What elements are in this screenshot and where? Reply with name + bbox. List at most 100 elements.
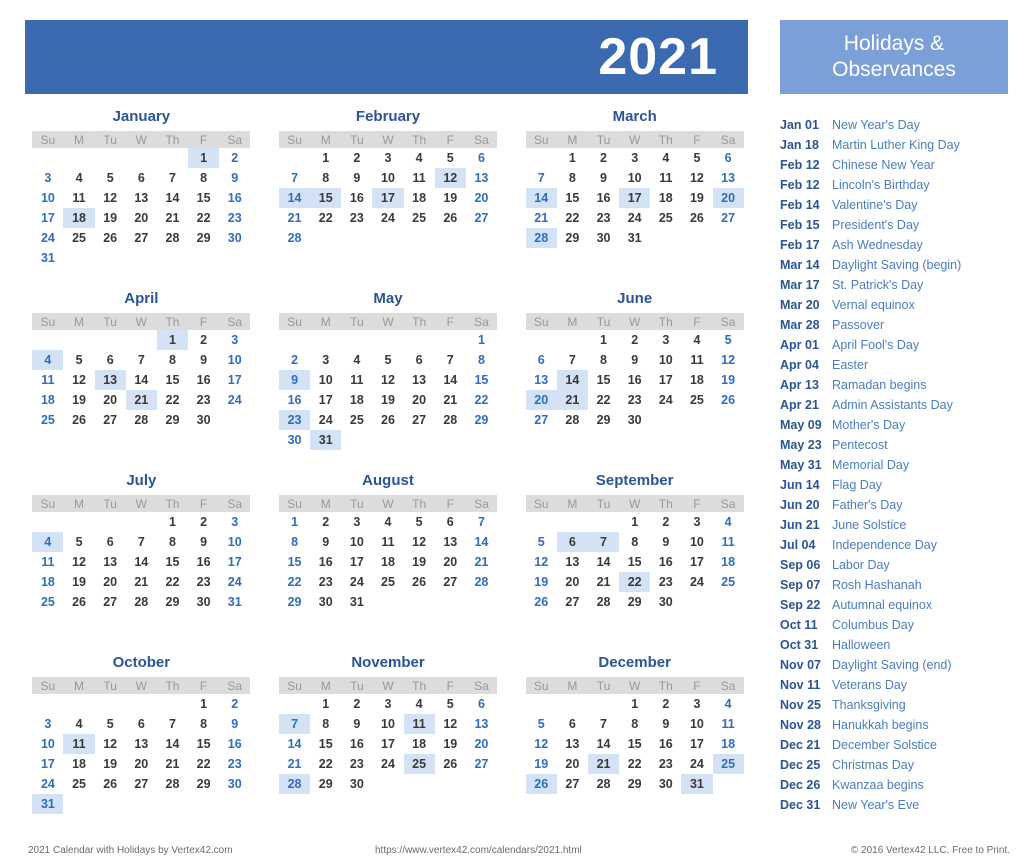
day-cell[interactable]: 30 (188, 592, 219, 612)
day-cell[interactable]: 29 (157, 410, 188, 430)
day-cell[interactable]: 7 (279, 714, 311, 734)
day-cell[interactable]: 19 (404, 552, 435, 572)
day-cell[interactable]: 4 (372, 512, 403, 532)
day-cell[interactable]: 1 (466, 330, 497, 350)
day-cell[interactable]: 8 (557, 168, 588, 188)
day-cell[interactable]: 12 (526, 734, 557, 754)
day-cell[interactable]: 12 (434, 168, 466, 188)
day-cell[interactable]: 25 (341, 410, 372, 430)
day-cell[interactable]: 23 (219, 208, 250, 228)
day-cell[interactable]: 27 (557, 774, 588, 794)
day-cell[interactable]: 26 (95, 774, 126, 794)
day-cell[interactable]: 2 (341, 694, 372, 714)
day-cell[interactable]: 7 (157, 714, 188, 734)
day-cell[interactable]: 10 (219, 350, 250, 370)
day-cell[interactable]: 19 (526, 754, 557, 774)
day-cell[interactable]: 14 (435, 370, 466, 390)
day-cell[interactable]: 25 (712, 754, 744, 774)
day-cell[interactable]: 23 (619, 390, 650, 410)
day-cell[interactable]: 3 (32, 714, 63, 734)
day-cell[interactable]: 27 (557, 592, 588, 612)
day-cell[interactable]: 15 (619, 552, 650, 572)
day-cell[interactable]: 12 (713, 350, 744, 370)
day-cell[interactable]: 31 (681, 774, 713, 794)
day-cell[interactable]: 9 (188, 350, 219, 370)
day-cell[interactable]: 17 (32, 208, 63, 228)
day-cell[interactable]: 14 (556, 370, 588, 390)
day-cell[interactable]: 5 (435, 694, 466, 714)
day-cell[interactable]: 19 (95, 754, 126, 774)
day-cell[interactable]: 12 (63, 370, 94, 390)
day-cell[interactable]: 26 (435, 754, 466, 774)
day-cell[interactable]: 15 (157, 370, 188, 390)
day-cell[interactable]: 15 (588, 370, 619, 390)
day-cell[interactable]: 2 (219, 148, 250, 168)
day-cell[interactable]: 19 (435, 734, 466, 754)
day-cell[interactable]: 16 (341, 188, 372, 208)
day-cell[interactable]: 24 (310, 410, 341, 430)
day-cell[interactable]: 7 (157, 168, 188, 188)
day-cell[interactable]: 9 (219, 714, 250, 734)
day-cell[interactable]: 13 (126, 734, 157, 754)
day-cell[interactable]: 14 (157, 188, 188, 208)
day-cell[interactable]: 28 (525, 228, 557, 248)
day-cell[interactable]: 22 (157, 390, 188, 410)
day-cell[interactable]: 21 (466, 552, 497, 572)
day-cell[interactable]: 3 (219, 330, 250, 350)
day-cell[interactable]: 17 (372, 734, 403, 754)
day-cell[interactable]: 12 (435, 714, 466, 734)
day-cell[interactable]: 16 (588, 188, 619, 208)
day-cell[interactable]: 18 (341, 390, 372, 410)
day-cell[interactable]: 22 (310, 754, 341, 774)
day-cell[interactable]: 13 (713, 168, 744, 188)
day-cell[interactable]: 1 (557, 148, 588, 168)
day-cell[interactable]: 29 (188, 228, 219, 248)
day-cell[interactable]: 13 (126, 188, 157, 208)
day-cell[interactable]: 4 (713, 512, 744, 532)
day-cell[interactable]: 11 (372, 532, 403, 552)
day-cell[interactable]: 17 (681, 552, 712, 572)
day-cell[interactable]: 24 (372, 754, 403, 774)
day-cell[interactable]: 15 (310, 188, 342, 208)
day-cell[interactable]: 28 (435, 410, 466, 430)
day-cell[interactable]: 28 (126, 410, 157, 430)
day-cell[interactable]: 23 (188, 390, 219, 410)
day-cell[interactable]: 21 (435, 390, 466, 410)
day-cell[interactable]: 24 (619, 208, 650, 228)
day-cell[interactable]: 23 (650, 754, 681, 774)
day-cell[interactable]: 2 (279, 350, 310, 370)
day-cell[interactable]: 12 (526, 552, 557, 572)
day-cell[interactable]: 3 (681, 512, 712, 532)
day-cell[interactable]: 10 (619, 168, 650, 188)
day-cell[interactable]: 6 (466, 694, 497, 714)
day-cell[interactable]: 3 (681, 694, 712, 714)
day-cell[interactable]: 4 (404, 694, 435, 714)
day-cell[interactable]: 22 (188, 208, 219, 228)
day-cell[interactable]: 1 (588, 330, 619, 350)
day-cell[interactable]: 15 (188, 188, 219, 208)
day-cell[interactable]: 4 (681, 330, 712, 350)
day-cell[interactable]: 8 (310, 168, 341, 188)
day-cell[interactable]: 22 (588, 390, 619, 410)
day-cell[interactable]: 29 (557, 228, 588, 248)
day-cell[interactable]: 4 (650, 148, 681, 168)
day-cell[interactable]: 7 (587, 532, 620, 552)
day-cell[interactable]: 8 (279, 532, 310, 552)
day-cell[interactable]: 13 (435, 532, 466, 552)
day-cell[interactable]: 4 (32, 350, 64, 370)
day-cell[interactable]: 2 (619, 330, 650, 350)
day-cell[interactable]: 5 (95, 714, 126, 734)
day-cell[interactable]: 20 (557, 754, 588, 774)
day-cell[interactable]: 19 (526, 572, 557, 592)
day-cell[interactable]: 2 (650, 512, 681, 532)
day-cell[interactable]: 25 (650, 208, 681, 228)
day-cell[interactable]: 17 (650, 370, 681, 390)
day-cell[interactable]: 24 (681, 754, 712, 774)
day-cell[interactable]: 6 (126, 168, 157, 188)
day-cell[interactable]: 2 (310, 512, 341, 532)
day-cell[interactable]: 1 (310, 148, 341, 168)
day-cell[interactable]: 10 (219, 532, 250, 552)
day-cell[interactable]: 14 (126, 370, 157, 390)
day-cell[interactable]: 4 (63, 168, 94, 188)
day-cell[interactable]: 6 (557, 714, 588, 734)
